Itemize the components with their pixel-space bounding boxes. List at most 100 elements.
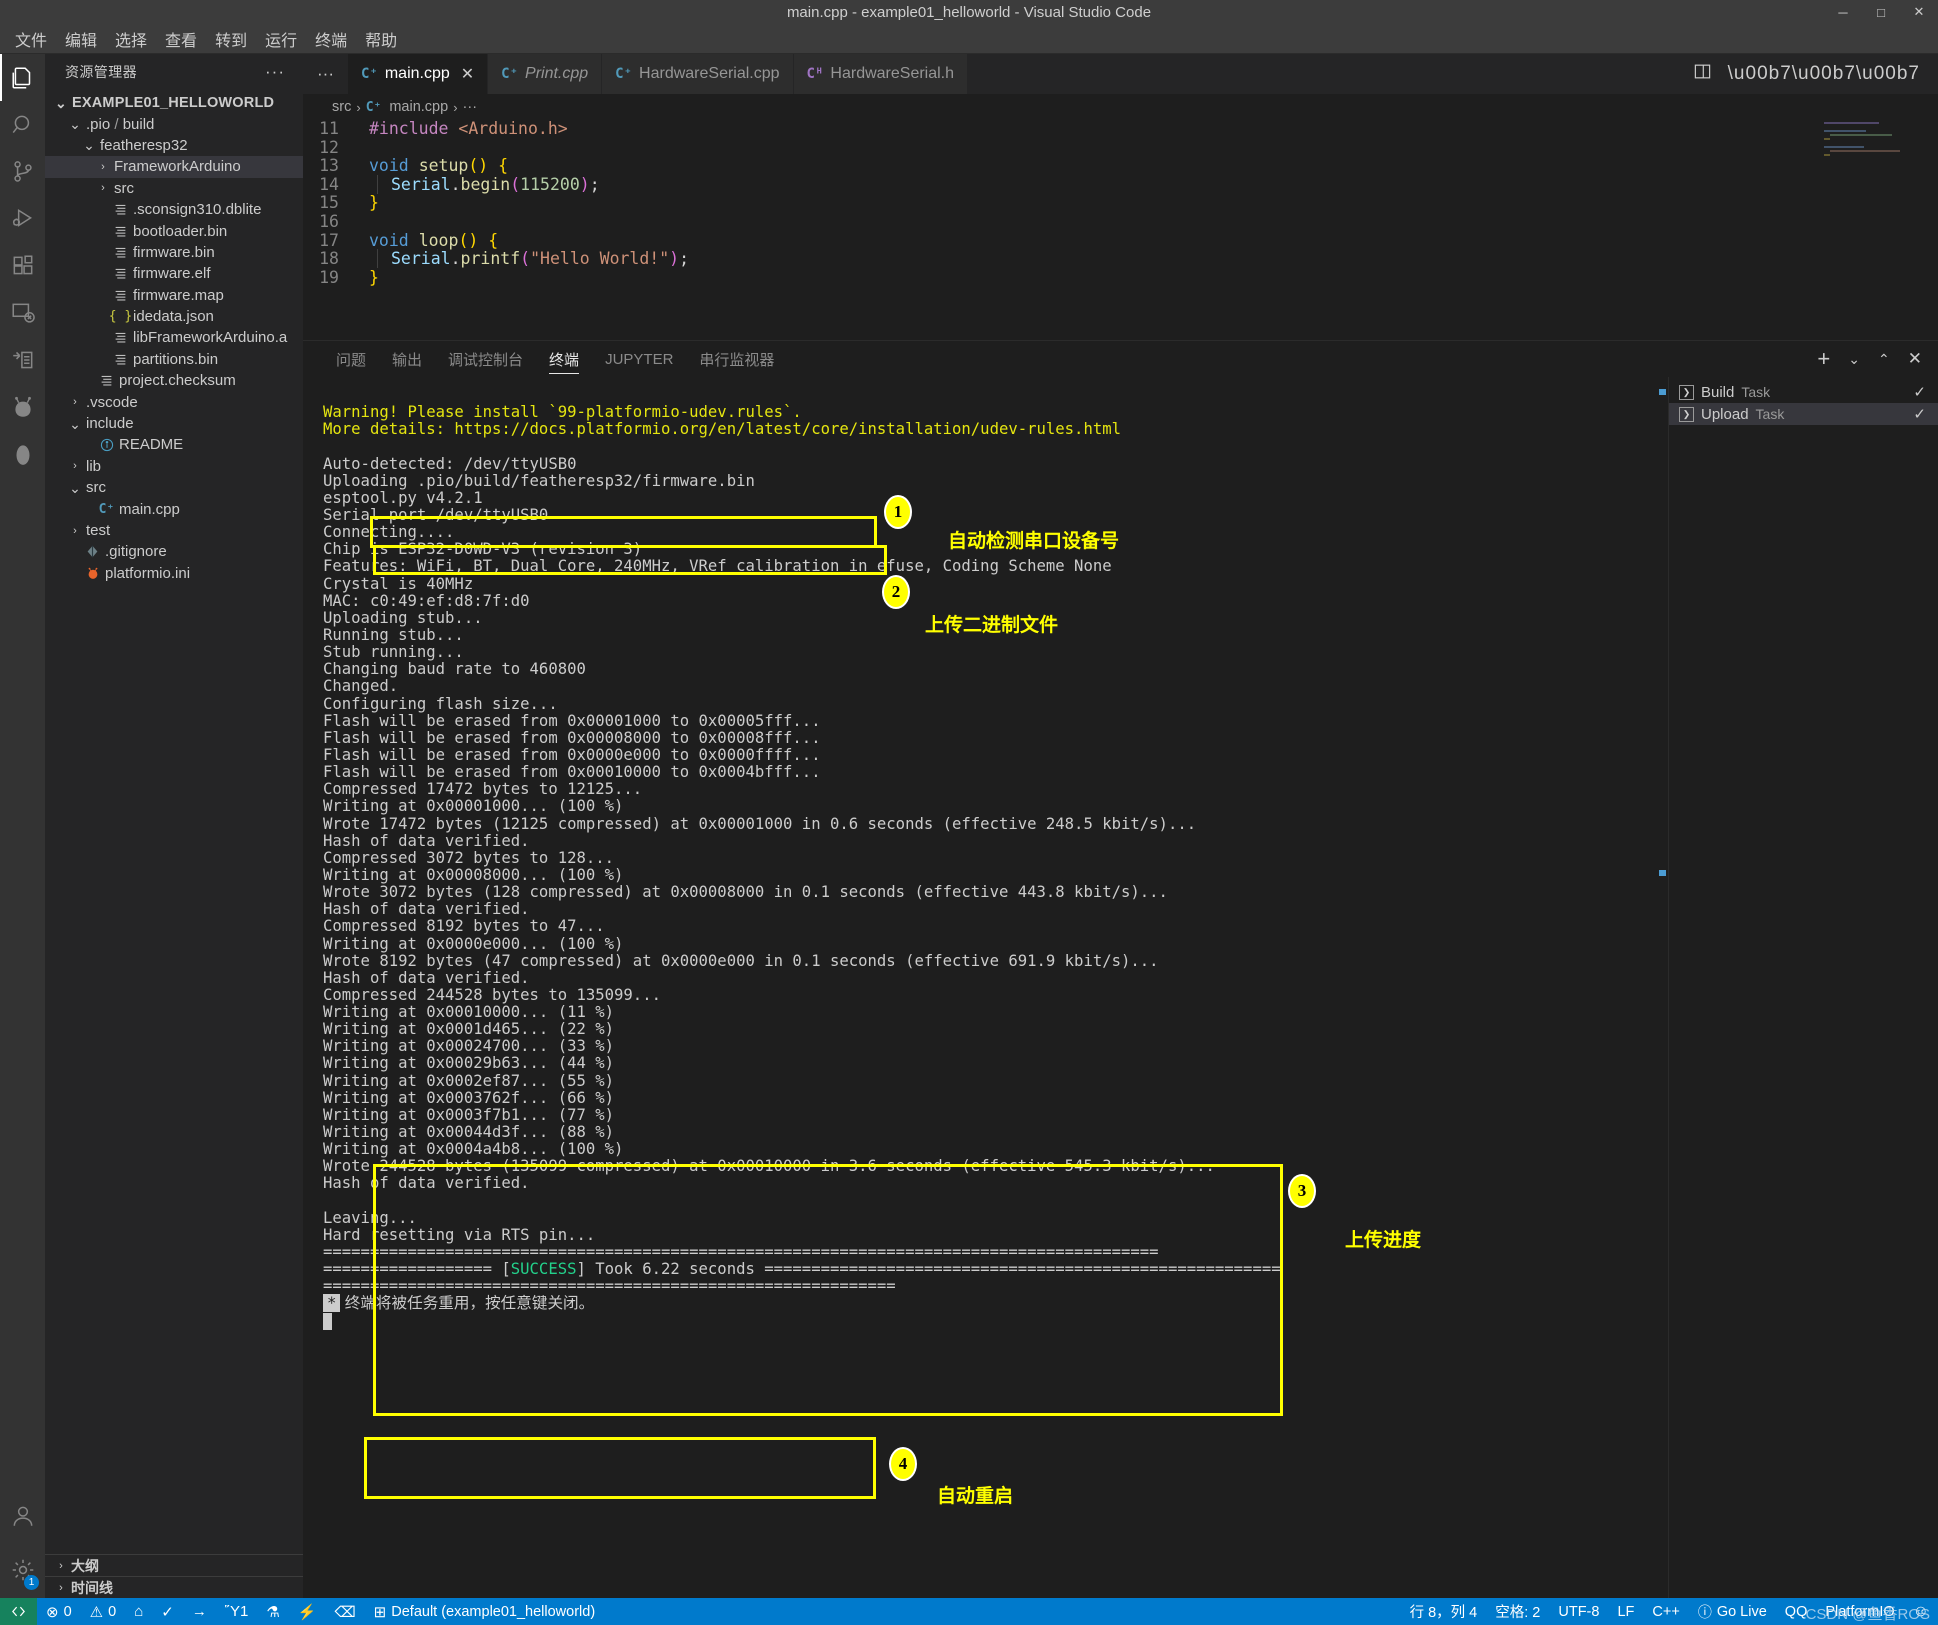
tree-item-firmware-map[interactable]: ›firmware.map: [45, 285, 303, 306]
tree-item-src[interactable]: ⌄src: [45, 477, 303, 498]
chevron-right-icon[interactable]: ›: [67, 396, 83, 408]
chevron-down-icon[interactable]: ⌄: [67, 484, 83, 492]
status-error-count[interactable]: ⊗0: [37, 1598, 81, 1625]
tree-item-gitignore[interactable]: ›.gitignore: [45, 541, 303, 562]
close-panel-icon[interactable]: ✕: [1908, 349, 1922, 369]
panel-tab-终端[interactable]: 终端: [536, 341, 592, 377]
status-eol[interactable]: LF: [1608, 1598, 1643, 1625]
search-icon[interactable]: [0, 101, 45, 148]
breadcrumb-item-2[interactable]: ···: [463, 99, 478, 115]
status-pio-serial-monitor[interactable]: ⚡: [289, 1598, 326, 1625]
panel-tab-调试控制台[interactable]: 调试控制台: [435, 341, 536, 377]
menu-item-6[interactable]: 终端: [306, 24, 356, 54]
terminal-output[interactable]: Warning! Please install `99-platformio-u…: [303, 377, 1668, 1598]
split-editor-icon[interactable]: [1693, 62, 1712, 86]
chevron-down-icon[interactable]: ⌄: [81, 141, 97, 149]
terminal-dropdown-icon[interactable]: ⌄: [1848, 351, 1860, 368]
chevron-right-icon[interactable]: ›: [95, 161, 111, 173]
menu-item-0[interactable]: 文件: [6, 24, 56, 54]
import-projects-icon[interactable]: [0, 336, 45, 383]
menu-item-2[interactable]: 选择: [106, 24, 156, 54]
status-pio-home[interactable]: ⌂: [125, 1598, 152, 1625]
tree-item-platformio-ini[interactable]: ›platformio.ini: [45, 563, 303, 584]
tree-item-main-cpp[interactable]: ›C⁺main.cpp: [45, 498, 303, 519]
panel-tab-串行监视器[interactable]: 串行监视器: [686, 341, 787, 377]
code-editor[interactable]: 11 #include <Arduino.h> 12 13 void setup…: [303, 120, 1938, 340]
penguin-icon[interactable]: [0, 430, 45, 477]
menu-item-1[interactable]: 编辑: [56, 24, 106, 54]
close-tab-icon[interactable]: ✕: [461, 64, 474, 84]
chevron-down-icon[interactable]: ⌄: [67, 120, 83, 128]
status-pio-upload[interactable]: →: [183, 1598, 216, 1625]
menu-item-7[interactable]: 帮助: [356, 24, 406, 54]
remote-indicator[interactable]: [0, 1598, 37, 1625]
breadcrumb-item-0[interactable]: src: [332, 99, 351, 115]
status-language-mode[interactable]: C++: [1643, 1598, 1688, 1625]
editor-tab-print-cpp[interactable]: C⁺Print.cpp: [488, 54, 602, 94]
status-pio-test[interactable]: ⚗: [257, 1598, 288, 1625]
tree-item-pio-build[interactable]: ⌄.pio / build: [45, 113, 303, 134]
status-pio-clean[interactable]: Ὕ1: [216, 1598, 257, 1625]
close-button[interactable]: ✕: [1900, 0, 1938, 24]
tree-item-lib[interactable]: ›lib: [45, 456, 303, 477]
more-actions-icon[interactable]: \u00b7\u00b7\u00b7: [1728, 63, 1920, 85]
tree-item-project-checksum[interactable]: ›project.checksum: [45, 370, 303, 391]
settings-gear-icon[interactable]: 1: [0, 1542, 45, 1598]
tree-item-readme[interactable]: ›README: [45, 434, 303, 455]
tab-overflow-icon[interactable]: ···: [303, 54, 348, 94]
chevron-right-icon[interactable]: ›: [95, 182, 111, 194]
tree-item-partitions-bin[interactable]: ›partitions.bin: [45, 349, 303, 370]
chevron-down-icon[interactable]: ⌄: [53, 99, 69, 107]
minimize-button[interactable]: ─: [1824, 0, 1862, 24]
chevron-right-icon[interactable]: ›: [53, 1582, 69, 1594]
chevron-right-icon[interactable]: ›: [53, 1560, 69, 1572]
editor-tab-main-cpp[interactable]: C⁺main.cpp✕: [348, 54, 488, 94]
status-cursor-position[interactable]: 行 8，列 4: [1401, 1598, 1487, 1625]
tree-item-vscode[interactable]: ›.vscode: [45, 391, 303, 412]
chevron-right-icon[interactable]: ›: [67, 525, 83, 537]
sidebar-more-actions-icon[interactable]: ···: [265, 62, 285, 82]
status-indentation[interactable]: 空格: 2: [1486, 1598, 1549, 1625]
explorer-icon[interactable]: [0, 54, 45, 101]
tree-item-firmware-elf[interactable]: ›firmware.elf: [45, 263, 303, 284]
platformio-alien-icon[interactable]: [0, 383, 45, 430]
tree-item-idedata-json[interactable]: ›{ }idedata.json: [45, 306, 303, 327]
menu-item-3[interactable]: 查看: [156, 24, 206, 54]
chevron-right-icon[interactable]: ›: [67, 460, 83, 472]
chevron-down-icon[interactable]: ⌄: [67, 420, 83, 428]
editor-tab-hardwareserial-cpp[interactable]: C⁺HardwareSerial.cpp: [602, 54, 793, 94]
tree-item-frameworkarduino[interactable]: ›FrameworkArduino: [45, 156, 303, 177]
extensions-icon[interactable]: [0, 242, 45, 289]
breadcrumb-item-1[interactable]: main.cpp: [389, 99, 448, 115]
menu-item-5[interactable]: 运行: [256, 24, 306, 54]
tree-item-firmware-bin[interactable]: ›firmware.bin: [45, 242, 303, 263]
tree-item-example01-helloworld[interactable]: ⌄EXAMPLE01_HELLOWORLD: [45, 92, 303, 113]
tree-item-test[interactable]: ›test: [45, 520, 303, 541]
status-pio-project-env[interactable]: ⊞Default (example01_helloworld): [365, 1598, 605, 1625]
tree-item-libframeworkarduino-a[interactable]: ›libFrameworkArduino.a: [45, 327, 303, 348]
maximize-button[interactable]: □: [1862, 0, 1900, 24]
panel-tab-输出[interactable]: 输出: [379, 341, 435, 377]
sidebar-section-timeline[interactable]: ›时间线: [45, 1576, 303, 1598]
status-go-live[interactable]: ⓘGo Live: [1689, 1598, 1776, 1625]
panel-tab-问题[interactable]: 问题: [323, 341, 379, 377]
tree-item-src[interactable]: ›src: [45, 178, 303, 199]
status-pio-build[interactable]: ✓: [152, 1598, 183, 1625]
status-encoding[interactable]: UTF-8: [1549, 1598, 1608, 1625]
menu-item-4[interactable]: 转到: [206, 24, 256, 54]
terminal-task-build[interactable]: ❯BuildTask✓: [1669, 381, 1938, 403]
tree-item-sconsign310-dblite[interactable]: ›.sconsign310.dblite: [45, 199, 303, 220]
tree-item-include[interactable]: ⌄include: [45, 413, 303, 434]
accounts-icon[interactable]: [0, 1490, 45, 1542]
sidebar-section-outline[interactable]: ›大纲: [45, 1554, 303, 1576]
editor-tab-hardwareserial-h[interactable]: CᴴHardwareSerial.h: [794, 54, 968, 94]
new-terminal-icon[interactable]: +: [1817, 346, 1830, 372]
status-warning-count[interactable]: ⚠0: [81, 1598, 126, 1625]
source-control-icon[interactable]: [0, 148, 45, 195]
terminal-task-upload[interactable]: ❯UploadTask✓: [1669, 403, 1938, 425]
remote-explorer-icon[interactable]: [0, 289, 45, 336]
status-pio-terminal[interactable]: ⌫: [325, 1598, 364, 1625]
run-debug-icon[interactable]: [0, 195, 45, 242]
tree-item-featheresp32[interactable]: ⌄featheresp32: [45, 135, 303, 156]
maximize-panel-icon[interactable]: ⌃: [1878, 351, 1890, 368]
